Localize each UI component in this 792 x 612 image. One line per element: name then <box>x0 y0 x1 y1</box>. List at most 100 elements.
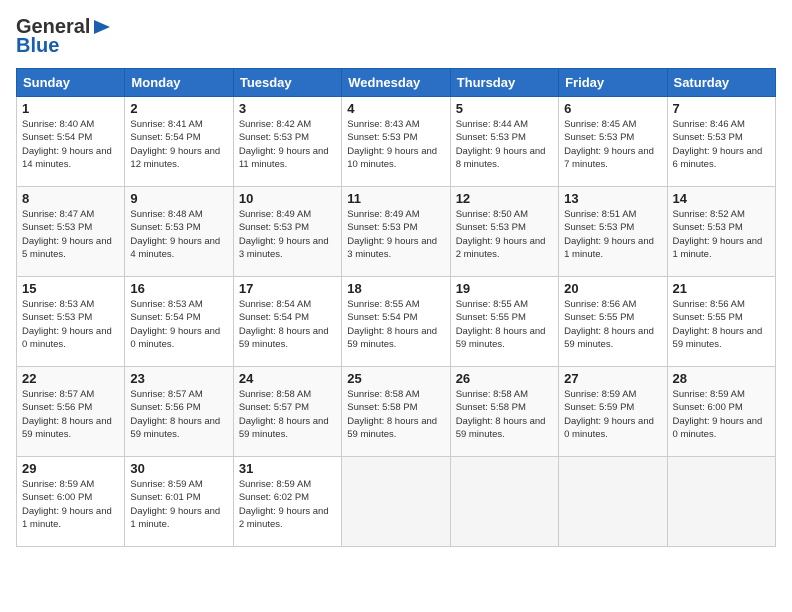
calendar-cell <box>450 457 558 547</box>
day-info: Sunrise: 8:50 AM Sunset: 5:53 PM Dayligh… <box>456 208 553 261</box>
day-number: 25 <box>347 371 444 386</box>
calendar-cell <box>667 457 775 547</box>
calendar-cell: 12 Sunrise: 8:50 AM Sunset: 5:53 PM Dayl… <box>450 187 558 277</box>
calendar-cell: 22 Sunrise: 8:57 AM Sunset: 5:56 PM Dayl… <box>17 367 125 457</box>
calendar-cell: 13 Sunrise: 8:51 AM Sunset: 5:53 PM Dayl… <box>559 187 667 277</box>
day-info: Sunrise: 8:46 AM Sunset: 5:53 PM Dayligh… <box>673 118 770 171</box>
day-number: 26 <box>456 371 553 386</box>
day-number: 18 <box>347 281 444 296</box>
week-row-1: 1 Sunrise: 8:40 AM Sunset: 5:54 PM Dayli… <box>17 97 776 187</box>
day-info: Sunrise: 8:44 AM Sunset: 5:53 PM Dayligh… <box>456 118 553 171</box>
header: General Blue <box>16 16 776 56</box>
day-info: Sunrise: 8:49 AM Sunset: 5:53 PM Dayligh… <box>239 208 336 261</box>
day-number: 31 <box>239 461 336 476</box>
day-number: 17 <box>239 281 336 296</box>
day-number: 28 <box>673 371 770 386</box>
calendar-cell <box>559 457 667 547</box>
day-info: Sunrise: 8:47 AM Sunset: 5:53 PM Dayligh… <box>22 208 119 261</box>
day-info: Sunrise: 8:51 AM Sunset: 5:53 PM Dayligh… <box>564 208 661 261</box>
calendar-cell: 5 Sunrise: 8:44 AM Sunset: 5:53 PM Dayli… <box>450 97 558 187</box>
logo: General Blue <box>16 16 112 56</box>
day-info: Sunrise: 8:58 AM Sunset: 5:58 PM Dayligh… <box>347 388 444 441</box>
day-number: 16 <box>130 281 227 296</box>
calendar-cell: 26 Sunrise: 8:58 AM Sunset: 5:58 PM Dayl… <box>450 367 558 457</box>
calendar-cell: 29 Sunrise: 8:59 AM Sunset: 6:00 PM Dayl… <box>17 457 125 547</box>
day-number: 12 <box>456 191 553 206</box>
day-number: 14 <box>673 191 770 206</box>
weekday-saturday: Saturday <box>667 69 775 97</box>
calendar-cell: 18 Sunrise: 8:55 AM Sunset: 5:54 PM Dayl… <box>342 277 450 367</box>
calendar-cell: 6 Sunrise: 8:45 AM Sunset: 5:53 PM Dayli… <box>559 97 667 187</box>
day-number: 9 <box>130 191 227 206</box>
calendar-cell: 1 Sunrise: 8:40 AM Sunset: 5:54 PM Dayli… <box>17 97 125 187</box>
calendar-cell: 3 Sunrise: 8:42 AM Sunset: 5:53 PM Dayli… <box>233 97 341 187</box>
calendar-cell: 24 Sunrise: 8:58 AM Sunset: 5:57 PM Dayl… <box>233 367 341 457</box>
day-info: Sunrise: 8:57 AM Sunset: 5:56 PM Dayligh… <box>22 388 119 441</box>
calendar-cell: 15 Sunrise: 8:53 AM Sunset: 5:53 PM Dayl… <box>17 277 125 367</box>
day-info: Sunrise: 8:52 AM Sunset: 5:53 PM Dayligh… <box>673 208 770 261</box>
day-info: Sunrise: 8:59 AM Sunset: 6:02 PM Dayligh… <box>239 478 336 531</box>
day-info: Sunrise: 8:58 AM Sunset: 5:57 PM Dayligh… <box>239 388 336 441</box>
calendar-body: 1 Sunrise: 8:40 AM Sunset: 5:54 PM Dayli… <box>17 97 776 547</box>
day-info: Sunrise: 8:42 AM Sunset: 5:53 PM Dayligh… <box>239 118 336 171</box>
day-number: 22 <box>22 371 119 386</box>
day-number: 13 <box>564 191 661 206</box>
day-number: 20 <box>564 281 661 296</box>
calendar-cell: 8 Sunrise: 8:47 AM Sunset: 5:53 PM Dayli… <box>17 187 125 277</box>
day-number: 3 <box>239 101 336 116</box>
day-info: Sunrise: 8:59 AM Sunset: 6:01 PM Dayligh… <box>130 478 227 531</box>
day-info: Sunrise: 8:56 AM Sunset: 5:55 PM Dayligh… <box>673 298 770 351</box>
calendar-cell: 25 Sunrise: 8:58 AM Sunset: 5:58 PM Dayl… <box>342 367 450 457</box>
day-number: 4 <box>347 101 444 116</box>
day-info: Sunrise: 8:41 AM Sunset: 5:54 PM Dayligh… <box>130 118 227 171</box>
calendar-cell: 17 Sunrise: 8:54 AM Sunset: 5:54 PM Dayl… <box>233 277 341 367</box>
day-info: Sunrise: 8:56 AM Sunset: 5:55 PM Dayligh… <box>564 298 661 351</box>
day-number: 10 <box>239 191 336 206</box>
day-number: 7 <box>673 101 770 116</box>
day-info: Sunrise: 8:55 AM Sunset: 5:55 PM Dayligh… <box>456 298 553 351</box>
week-row-5: 29 Sunrise: 8:59 AM Sunset: 6:00 PM Dayl… <box>17 457 776 547</box>
calendar-cell: 21 Sunrise: 8:56 AM Sunset: 5:55 PM Dayl… <box>667 277 775 367</box>
day-number: 19 <box>456 281 553 296</box>
calendar-cell: 30 Sunrise: 8:59 AM Sunset: 6:01 PM Dayl… <box>125 457 233 547</box>
day-number: 2 <box>130 101 227 116</box>
calendar-cell: 14 Sunrise: 8:52 AM Sunset: 5:53 PM Dayl… <box>667 187 775 277</box>
day-info: Sunrise: 8:59 AM Sunset: 6:00 PM Dayligh… <box>673 388 770 441</box>
calendar-cell: 7 Sunrise: 8:46 AM Sunset: 5:53 PM Dayli… <box>667 97 775 187</box>
calendar-cell: 19 Sunrise: 8:55 AM Sunset: 5:55 PM Dayl… <box>450 277 558 367</box>
weekday-wednesday: Wednesday <box>342 69 450 97</box>
calendar-cell: 4 Sunrise: 8:43 AM Sunset: 5:53 PM Dayli… <box>342 97 450 187</box>
day-number: 27 <box>564 371 661 386</box>
weekday-thursday: Thursday <box>450 69 558 97</box>
day-info: Sunrise: 8:53 AM Sunset: 5:54 PM Dayligh… <box>130 298 227 351</box>
calendar: SundayMondayTuesdayWednesdayThursdayFrid… <box>16 68 776 547</box>
day-number: 30 <box>130 461 227 476</box>
day-info: Sunrise: 8:57 AM Sunset: 5:56 PM Dayligh… <box>130 388 227 441</box>
calendar-cell: 9 Sunrise: 8:48 AM Sunset: 5:53 PM Dayli… <box>125 187 233 277</box>
calendar-cell: 20 Sunrise: 8:56 AM Sunset: 5:55 PM Dayl… <box>559 277 667 367</box>
weekday-header: SundayMondayTuesdayWednesdayThursdayFrid… <box>17 69 776 97</box>
day-info: Sunrise: 8:59 AM Sunset: 5:59 PM Dayligh… <box>564 388 661 441</box>
day-number: 24 <box>239 371 336 386</box>
day-number: 23 <box>130 371 227 386</box>
weekday-monday: Monday <box>125 69 233 97</box>
day-info: Sunrise: 8:54 AM Sunset: 5:54 PM Dayligh… <box>239 298 336 351</box>
calendar-cell: 23 Sunrise: 8:57 AM Sunset: 5:56 PM Dayl… <box>125 367 233 457</box>
weekday-sunday: Sunday <box>17 69 125 97</box>
day-number: 6 <box>564 101 661 116</box>
day-number: 8 <box>22 191 119 206</box>
weekday-friday: Friday <box>559 69 667 97</box>
day-number: 5 <box>456 101 553 116</box>
week-row-4: 22 Sunrise: 8:57 AM Sunset: 5:56 PM Dayl… <box>17 367 776 457</box>
day-info: Sunrise: 8:53 AM Sunset: 5:53 PM Dayligh… <box>22 298 119 351</box>
day-info: Sunrise: 8:55 AM Sunset: 5:54 PM Dayligh… <box>347 298 444 351</box>
weekday-tuesday: Tuesday <box>233 69 341 97</box>
day-number: 29 <box>22 461 119 476</box>
day-number: 21 <box>673 281 770 296</box>
calendar-cell: 16 Sunrise: 8:53 AM Sunset: 5:54 PM Dayl… <box>125 277 233 367</box>
week-row-3: 15 Sunrise: 8:53 AM Sunset: 5:53 PM Dayl… <box>17 277 776 367</box>
calendar-cell: 11 Sunrise: 8:49 AM Sunset: 5:53 PM Dayl… <box>342 187 450 277</box>
day-info: Sunrise: 8:59 AM Sunset: 6:00 PM Dayligh… <box>22 478 119 531</box>
calendar-cell: 31 Sunrise: 8:59 AM Sunset: 6:02 PM Dayl… <box>233 457 341 547</box>
day-info: Sunrise: 8:43 AM Sunset: 5:53 PM Dayligh… <box>347 118 444 171</box>
